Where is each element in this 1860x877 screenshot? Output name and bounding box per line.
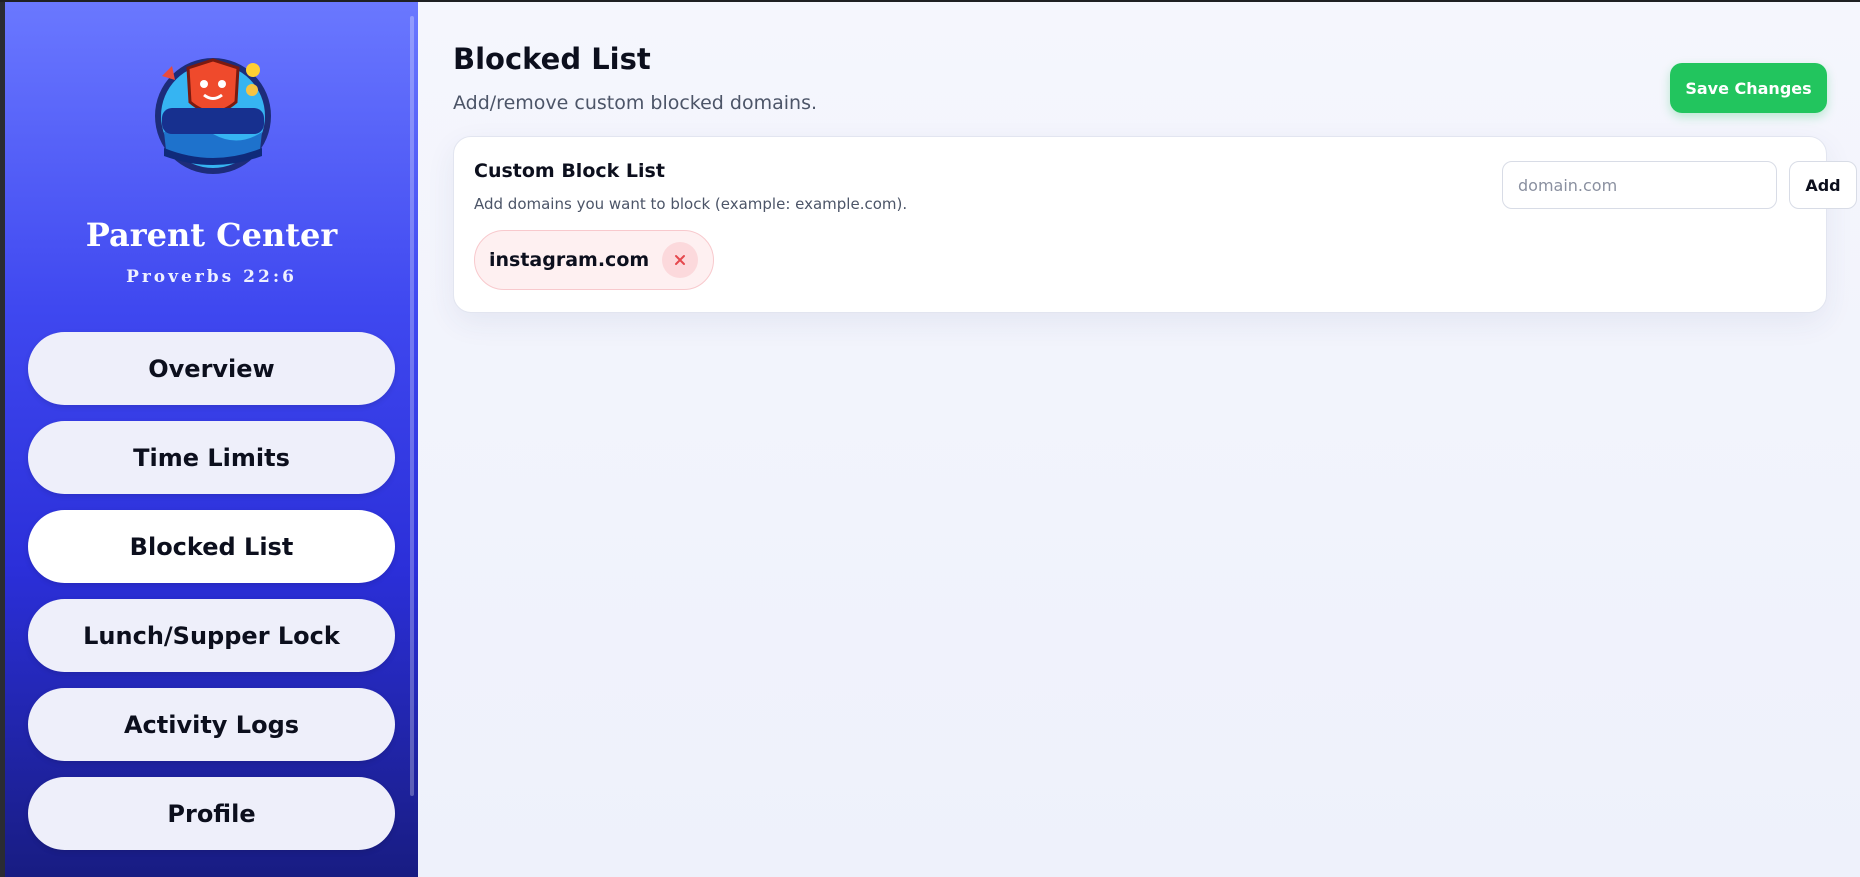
domain-input[interactable] <box>1502 161 1777 209</box>
sidebar-nav: Overview Time Limits Blocked List Lunch/… <box>28 332 395 866</box>
sidebar: Parent Center Proverbs 22:6 Overview Tim… <box>0 2 418 877</box>
sidebar-item-label: Activity Logs <box>123 710 300 739</box>
page-title: Blocked List <box>453 42 651 76</box>
shield-mascot-logo-icon <box>155 58 271 174</box>
blocked-domain-label: instagram.com <box>489 249 650 271</box>
sidebar-item-blocked-list[interactable]: Blocked List <box>28 510 395 583</box>
sidebar-item-label: Overview <box>148 354 275 383</box>
sidebar-scrollbar[interactable] <box>410 16 414 796</box>
card-description: Add domains you want to block (example: … <box>474 195 908 213</box>
sidebar-item-profile[interactable]: Profile <box>28 777 395 850</box>
blocked-domain-chip: instagram.com <box>474 230 715 290</box>
sidebar-item-time-limits[interactable]: Time Limits <box>28 421 395 494</box>
sidebar-item-overview[interactable]: Overview <box>28 332 395 405</box>
logo <box>148 50 278 176</box>
brand-title: Parent Center <box>85 216 338 254</box>
sidebar-item-activity-logs[interactable]: Activity Logs <box>28 688 395 761</box>
brand-verse: Proverbs 22:6 <box>126 267 297 287</box>
save-changes-button[interactable]: Save Changes <box>1670 63 1827 113</box>
sidebar-item-label: Lunch/Supper Lock <box>83 621 340 650</box>
sidebar-item-label: Profile <box>167 799 256 828</box>
sidebar-item-lunch-supper-lock[interactable]: Lunch/Supper Lock <box>28 599 395 672</box>
remove-domain-button[interactable] <box>662 242 699 278</box>
custom-block-list-card: Custom Block List Add domains you want t… <box>453 136 1857 313</box>
sidebar-item-label: Blocked List <box>129 532 294 561</box>
main-content: Blocked List Add/remove custom blocked d… <box>418 2 1860 877</box>
card-title: Custom Block List <box>474 160 665 182</box>
page-subtitle: Add/remove custom blocked domains. <box>453 92 818 114</box>
add-domain-button[interactable]: Add <box>1789 161 1857 209</box>
sidebar-item-label: Time Limits <box>133 443 290 472</box>
app-window: Parent Center Proverbs 22:6 Overview Tim… <box>0 2 1860 877</box>
close-icon <box>675 255 686 265</box>
